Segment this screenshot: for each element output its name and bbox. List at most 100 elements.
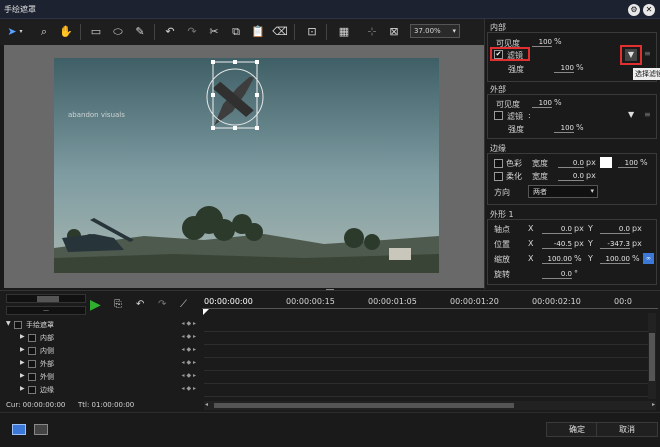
properties-panel: 内部 可见度 100 % ✔ 滤镜 强度 100 % ▼ ≡ 选择滤镜 外部 可… [484, 19, 660, 289]
keyframe-nav-icon[interactable]: ◂ ◆ ▸ [182, 372, 196, 379]
title-bar: 手绘遮罩 ⚙ ✕ [0, 0, 660, 19]
keyframe-nav-icon[interactable]: ◂ ◆ ▸ [182, 346, 196, 353]
y-label: Y [588, 224, 593, 233]
copy-icon[interactable]: ⧉ [228, 24, 244, 40]
track-row[interactable]: ▼ 手绘遮罩 ◂ ◆ ▸ [4, 319, 200, 331]
window-title: 手绘遮罩 [4, 5, 36, 14]
zoom-select[interactable]: 37.00% ▾ [410, 24, 460, 38]
scroll-left-icon[interactable]: ◂ [205, 401, 208, 408]
rectangle-tool-icon[interactable]: ▭ [88, 24, 104, 40]
chevron-down-icon[interactable]: ▾ [17, 24, 25, 40]
snap-icon[interactable]: ⊹ [364, 24, 380, 40]
chevron-right-icon: ▶ [20, 359, 25, 366]
y-label: Y [588, 239, 593, 248]
track-checkbox[interactable] [28, 347, 36, 355]
horizontal-scrollbar[interactable]: ◂ ▸ [204, 401, 656, 410]
paste-icon[interactable]: 📋 [250, 24, 266, 40]
percent-unit: % [576, 63, 584, 72]
fit-frame-icon[interactable]: ⊡ [304, 24, 320, 40]
scale-x-input[interactable]: 100.00 [542, 255, 572, 264]
filter-icon[interactable]: ▼ [628, 110, 634, 119]
edge-color-label: 色彩 [506, 159, 522, 168]
list-icon[interactable]: ≡ [644, 110, 651, 119]
track-name: 外部 [40, 360, 54, 368]
edge-color-swatch[interactable] [600, 157, 612, 168]
keyframe-nav-icon[interactable]: ◂ ◆ ▸ [182, 320, 196, 327]
inner-strength-input[interactable]: 100 [554, 64, 574, 73]
undo-icon[interactable]: ↶ [136, 299, 144, 310]
view-mode-icon[interactable] [12, 424, 26, 435]
keyframe-nav-icon[interactable]: ◂ ◆ ▸ [182, 333, 196, 340]
cancel-button[interactable]: 取消 [596, 422, 658, 437]
redo-icon[interactable]: ↷ [184, 24, 200, 40]
view-mode-alt-icon[interactable] [34, 424, 48, 435]
edge-soften-checkbox[interactable] [494, 172, 503, 181]
track-checkbox[interactable] [28, 373, 36, 381]
outer-visibility-input[interactable]: 100 [532, 99, 552, 108]
px-unit: px [574, 239, 584, 248]
scrollbar-thumb[interactable] [214, 403, 514, 408]
edge-soften-input[interactable]: 0.0 [558, 172, 584, 181]
total-time: Ttl: 01:00:00:00 [78, 401, 135, 409]
grid-icon[interactable]: ▦ [336, 24, 352, 40]
timeline-zoom-slider[interactable] [6, 294, 86, 303]
cut-icon[interactable]: ✂ [206, 24, 222, 40]
scrollbar-thumb[interactable] [649, 333, 655, 381]
inner-filter-checkbox[interactable]: ✔ [494, 50, 503, 59]
shape-section: 轴点 X 0.0 px Y 0.0 px 位置 X -40.5 px Y -34… [487, 219, 657, 285]
list-icon[interactable]: ≡ [644, 49, 651, 58]
track-row[interactable]: ▶ 外侧 ◂ ◆ ▸ [4, 371, 200, 383]
track-checkbox[interactable] [28, 360, 36, 368]
link-icon[interactable]: ∞ [643, 253, 654, 264]
track-checkbox[interactable] [14, 321, 22, 329]
track-row[interactable]: ▶ 外部 ◂ ◆ ▸ [4, 358, 200, 370]
close-icon[interactable]: ✕ [643, 4, 655, 16]
scroll-right-icon[interactable]: ▸ [652, 401, 655, 408]
dialog-footer: 确定 取消 [0, 412, 660, 447]
track-row[interactable]: ▶ 内侧 ◂ ◆ ▸ [4, 345, 200, 357]
edge-width-input[interactable]: 0.0 [558, 159, 584, 168]
scale-y-input[interactable]: 100.00 [600, 255, 630, 264]
track-view-select[interactable]: — [6, 306, 86, 315]
track-row[interactable]: ▶ 边缘 ◂ ◆ ▸ [4, 384, 200, 396]
export-frame-icon[interactable]: ⎘ [114, 299, 122, 310]
inner-visibility-input[interactable]: 100 [532, 38, 552, 47]
track-name: 内侧 [40, 347, 54, 355]
filter-icon[interactable]: ▼ [625, 49, 637, 61]
slider-thumb[interactable] [37, 296, 59, 302]
pen-tool-icon[interactable]: ✎ [132, 24, 148, 40]
rotate-input[interactable]: 0.0 [542, 270, 572, 279]
chevron-down-icon: ▼ [6, 320, 11, 327]
graph-icon[interactable]: ⟋ [180, 299, 187, 310]
outer-strength-input[interactable]: 100 [554, 124, 574, 133]
delete-icon[interactable]: ⌫ [272, 24, 288, 40]
keyframe-nav-icon[interactable]: ◂ ◆ ▸ [182, 359, 196, 366]
edge-opacity-input[interactable]: 100 [618, 159, 638, 168]
vertical-scrollbar[interactable] [648, 313, 656, 399]
preview-canvas[interactable]: abandon visuals [4, 45, 484, 288]
position-y-input[interactable]: -347.3 [600, 240, 630, 249]
redo-icon[interactable]: ↷ [158, 299, 166, 310]
ellipse-tool-icon[interactable]: ⬭ [110, 24, 126, 40]
edge-color-checkbox[interactable] [494, 159, 503, 168]
toolbar-divider [294, 24, 295, 40]
track-row[interactable]: ▶ 内部 ◂ ◆ ▸ [4, 332, 200, 344]
edge-direction-select[interactable]: 两者 ▾ [528, 185, 598, 198]
playhead-marker[interactable] [203, 309, 209, 315]
anchor-y-input[interactable]: 0.0 [600, 225, 630, 234]
zoom-tool-icon[interactable]: ⌕ [36, 24, 52, 40]
mask-shape[interactable] [200, 57, 270, 133]
fullscreen-icon[interactable]: ⊠ [386, 24, 402, 40]
time-ruler[interactable]: 00:00:00:00 00:00:00:15 00:00:01:05 00:0… [202, 293, 658, 309]
play-icon[interactable]: ▶ [90, 297, 101, 313]
track-checkbox[interactable] [28, 386, 36, 394]
position-x-input[interactable]: -40.5 [542, 240, 572, 249]
outer-filter-checkbox[interactable] [494, 111, 503, 120]
track-checkbox[interactable] [28, 334, 36, 342]
settings-icon[interactable]: ⚙ [628, 4, 640, 16]
undo-icon[interactable]: ↶ [162, 24, 178, 40]
keyframe-nav-icon[interactable]: ◂ ◆ ▸ [182, 385, 196, 392]
anchor-x-input[interactable]: 0.0 [542, 225, 572, 234]
hand-tool-icon[interactable]: ✋ [58, 24, 74, 40]
track-divider [204, 357, 656, 358]
